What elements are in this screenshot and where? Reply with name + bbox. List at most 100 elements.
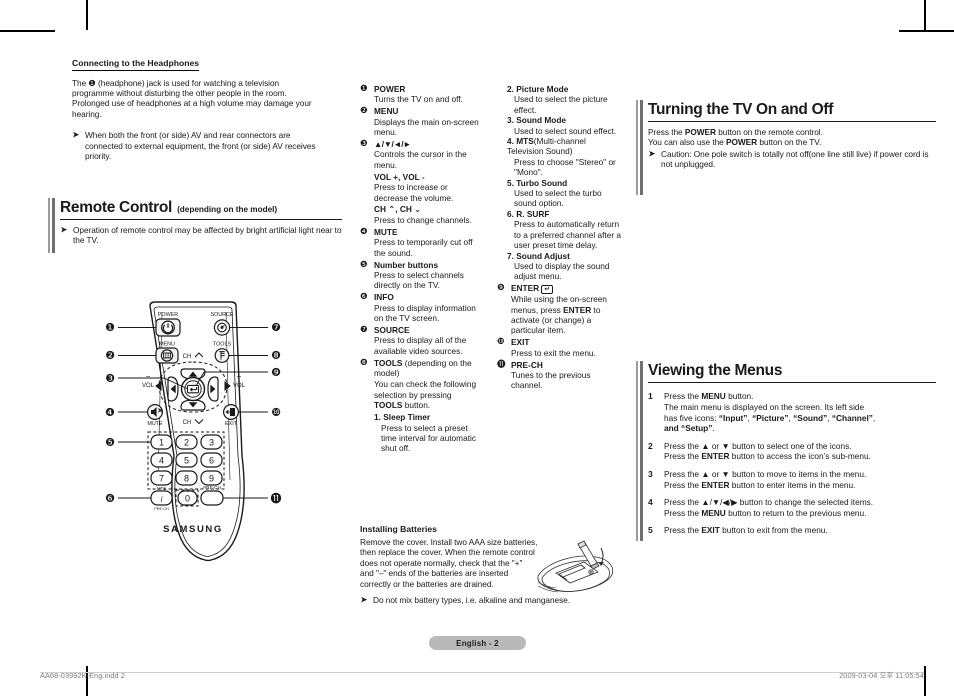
legend-title: INFO bbox=[374, 292, 394, 303]
legend-item-power: ❶ POWER Turns the TV on and off. bbox=[360, 84, 482, 105]
legend-desc: Press to temporarily cut off the sound. bbox=[374, 237, 473, 258]
arrow-bullet-icon: ➤ bbox=[60, 225, 68, 236]
tools-sub-item-mts: 4. MTS(Multi-channel Television Sound) P… bbox=[497, 136, 623, 178]
svg-text:2: 2 bbox=[184, 438, 189, 448]
tools-sub-number: 4. bbox=[507, 136, 514, 147]
tools-sub-item-r-surf: 6. R. SURF Press to automatically return… bbox=[497, 209, 623, 251]
legend-desc: Press to display information on the TV s… bbox=[374, 302, 476, 324]
turning-tv-line-1: Press the POWER button on the remote con… bbox=[648, 126, 823, 137]
tools-sub-number: 5. bbox=[507, 177, 514, 188]
legend-number: ❿ bbox=[497, 337, 505, 348]
svg-text:3: 3 bbox=[209, 438, 214, 448]
legend-title: Number buttons bbox=[374, 259, 439, 270]
arrow-bullet-icon: ➤ bbox=[648, 149, 656, 160]
arrow-bullet-icon: ➤ bbox=[72, 130, 80, 141]
legend-item-menu: ❷ MENU Displays the main on-screen menu. bbox=[360, 106, 482, 137]
legend-item-ch: CH ⌃, CH ⌄ Press to change channels. bbox=[360, 204, 482, 225]
remote-power-button-shape bbox=[155, 318, 181, 337]
step-text: Press the ▲/▼/◀/▶ button to change the s… bbox=[664, 497, 874, 518]
remote-control-note-text: Operation of remote control may be affec… bbox=[73, 225, 342, 246]
viewing-menus-title: Viewing the Menus bbox=[648, 362, 783, 380]
arrow-bullet-icon: ➤ bbox=[360, 595, 368, 606]
svg-text:MUTE: MUTE bbox=[147, 421, 163, 427]
tools-sub-item-sound-adjust: 7. Sound Adjust Used to display the soun… bbox=[497, 251, 623, 282]
batteries-heading: Installing Batteries bbox=[360, 524, 437, 534]
legend-item-number-buttons: ❺ Number buttons Press to select channel… bbox=[360, 260, 482, 291]
svg-text:PRE-CH: PRE-CH bbox=[154, 507, 169, 511]
legend-item-tools: ❽ TOOLS (depending on the model) You can… bbox=[360, 358, 482, 411]
legend-number: ❽ bbox=[360, 357, 368, 368]
legend-desc: Press to display all of the available vi… bbox=[374, 335, 467, 356]
legend-item-pre-ch: ⓫ PRE-CH Tunes to the previous channel. bbox=[497, 360, 623, 391]
remote-control-note: ➤ Operation of remote control may be aff… bbox=[60, 225, 342, 246]
footer-filename: AA68-03992K-Eng.indd 2 bbox=[40, 671, 125, 680]
svg-text:❺: ❺ bbox=[105, 436, 115, 449]
legend-title: ENTER bbox=[511, 282, 540, 293]
step-text: Press the MENU button. The main menu is … bbox=[664, 391, 876, 434]
footer-timestamp: 2009-03-04 오후 11:05:54 bbox=[839, 671, 924, 680]
menu-step-2: 2 Press the ▲ or ▼ button to select one … bbox=[648, 441, 936, 462]
crop-mark-top-right-h bbox=[899, 30, 954, 32]
legend-desc: You can check the following selection by… bbox=[374, 379, 477, 411]
tools-sub-title: R. SURF bbox=[516, 208, 550, 219]
tools-sub-desc: Press to choose "Stereo" or "Mono". bbox=[514, 156, 616, 178]
svg-text:MENU: MENU bbox=[159, 342, 175, 348]
section-accent-bars bbox=[636, 361, 643, 542]
svg-text:TOOLS: TOOLS bbox=[213, 342, 232, 348]
svg-text:6: 6 bbox=[209, 456, 214, 466]
turning-tv-section: Turning the TV On and Off Press the POWE… bbox=[636, 99, 936, 195]
svg-text:0: 0 bbox=[185, 494, 190, 504]
remote-control-title: Remote Control bbox=[60, 199, 173, 216]
svg-text:VOL: VOL bbox=[142, 383, 155, 389]
remote-control-title-row: Remote Control (depending on the model) bbox=[60, 198, 342, 220]
legend-item-source: ❼ SOURCE Press to display all of the ava… bbox=[360, 325, 482, 356]
svg-text:7: 7 bbox=[159, 474, 164, 484]
svg-text:5: 5 bbox=[184, 456, 189, 466]
svg-text:❹: ❹ bbox=[105, 406, 115, 419]
viewing-menus-title-row: Viewing the Menus bbox=[648, 361, 936, 384]
svg-text:−: − bbox=[146, 372, 151, 381]
tools-sub-desc: Used to select the turbo sound option. bbox=[514, 188, 602, 209]
tools-sub-desc: Used to select sound effect. bbox=[514, 125, 617, 136]
legend-title: PRE-CH bbox=[511, 359, 543, 370]
svg-text:⓫: ⓫ bbox=[271, 492, 282, 505]
svg-text:PRE-CH: PRE-CH bbox=[203, 485, 221, 490]
legend-title: POWER bbox=[374, 84, 406, 94]
remote-legend-col-1: ❶ POWER Turns the TV on and off. ❷ MENU … bbox=[360, 84, 482, 454]
headphones-block: Connecting to the Headphones The ❶ (head… bbox=[72, 53, 322, 161]
legend-desc: Press to select channels directly on the… bbox=[374, 269, 464, 291]
page-number-badge: English - 2 bbox=[429, 636, 526, 650]
tools-sub-number: 2. bbox=[507, 84, 514, 94]
legend-desc: While using the on-screen menus, press E… bbox=[511, 294, 607, 336]
crop-mark-top-left-h bbox=[0, 30, 55, 32]
svg-text:❼: ❼ bbox=[271, 321, 281, 334]
legend-desc: Displays the main on-screen menu. bbox=[374, 116, 479, 138]
tools-sub-title: Sound Mode bbox=[516, 115, 567, 126]
legend-number bbox=[360, 204, 370, 225]
svg-text:EXIT: EXIT bbox=[225, 421, 238, 427]
legend-desc: Press to increase or decrease the volume… bbox=[374, 182, 454, 203]
crop-mark-bottom-right-v bbox=[924, 666, 926, 696]
turning-tv-body: Press the POWER button on the remote con… bbox=[648, 122, 936, 170]
legend-item-enter: ❾ ENTER ↵ While using the on-screen menu… bbox=[497, 283, 623, 336]
svg-text:i: i bbox=[161, 495, 163, 504]
tools-sub-title: Sleep Timer bbox=[383, 412, 431, 423]
step-number: 5 bbox=[648, 525, 653, 536]
tools-sub-title: MTS bbox=[516, 136, 534, 147]
legend-number: ❾ bbox=[497, 282, 505, 293]
manual-page: Connecting to the Headphones The ❶ (head… bbox=[0, 0, 954, 696]
step-number: 3 bbox=[648, 469, 653, 479]
headphones-heading: Connecting to the Headphones bbox=[72, 58, 199, 71]
legend-desc: Turns the TV on and off. bbox=[374, 94, 463, 105]
legend-title: CH ⌃, CH ⌄ bbox=[374, 204, 422, 215]
legend-desc: Press to exit the menu. bbox=[511, 347, 596, 358]
tools-sub-item-turbo-sound: 5. Turbo Sound Used to select the turbo … bbox=[497, 178, 623, 209]
turning-tv-note-text: Caution: One pole switch is totally not … bbox=[661, 148, 929, 170]
legend-desc: Tunes to the previous channel. bbox=[511, 370, 591, 391]
legend-title: VOL +, VOL - bbox=[374, 171, 425, 182]
section-accent-bars bbox=[48, 198, 55, 253]
legend-title: EXIT bbox=[511, 337, 530, 348]
menu-step-5: 5 Press the EXIT button to exit from the… bbox=[648, 525, 936, 536]
legend-desc: Controls the cursor in the menu. bbox=[374, 149, 467, 170]
step-number: 2 bbox=[648, 440, 653, 451]
